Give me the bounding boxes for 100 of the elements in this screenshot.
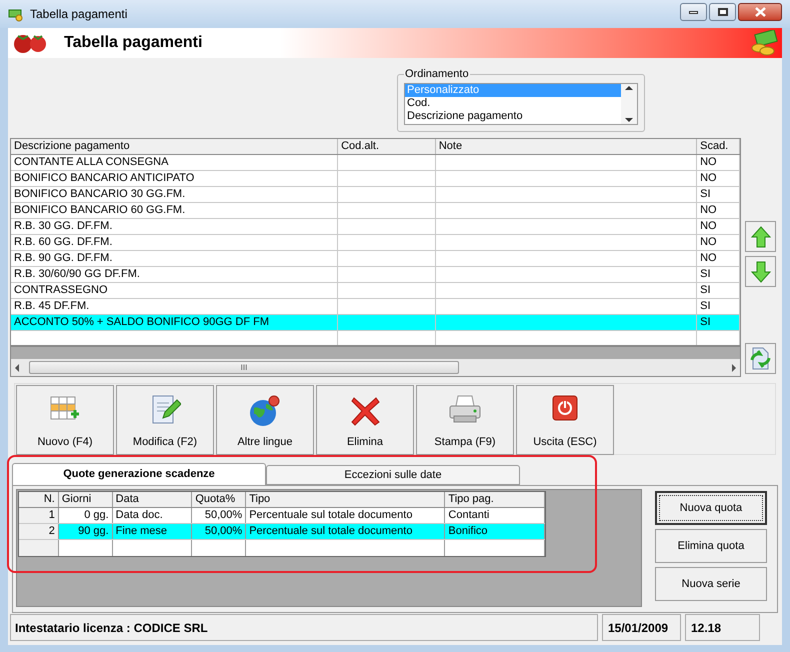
refresh-icon — [748, 346, 772, 372]
toolbar-button[interactable]: Modifica (F2) — [116, 385, 214, 455]
restore-icon — [718, 8, 728, 16]
refresh-button[interactable] — [745, 343, 776, 374]
arrow-up-icon — [750, 226, 770, 248]
toolbar-button[interactable]: Nuovo (F4) — [16, 385, 114, 455]
column-header[interactable]: Quota% — [192, 492, 246, 507]
horizontal-scrollbar[interactable]: III — [11, 359, 740, 376]
table-cell: SI — [700, 284, 711, 296]
column-header[interactable]: Giorni — [58, 492, 113, 507]
sort-option[interactable]: Descrizione pagamento — [405, 110, 621, 122]
scroll-up-icon — [625, 86, 633, 90]
scroll-left-icon — [15, 364, 19, 372]
list-scrollbar[interactable] — [621, 84, 637, 124]
table-cell: BONIFICO BANCARIO ANTICIPATO — [14, 172, 194, 184]
table-row[interactable]: ACCONTO 50% + SALDO BONIFICO 90GG DF FM SI — [11, 315, 740, 331]
table-cell: R.B. 45 DF.FM. — [14, 300, 90, 312]
close-button[interactable] — [738, 3, 782, 21]
table-cell: NO — [700, 172, 717, 184]
quota-row[interactable]: 1 0 gg. Data doc. 50,00% Percentuale sul totale documento Contanti — [19, 508, 545, 524]
action-button[interactable]: Nuova serie — [655, 567, 767, 601]
table-cell: 0 gg. — [84, 509, 109, 521]
table-cell: SI — [700, 316, 711, 328]
table-cell: Contanti — [448, 509, 490, 521]
table-cell: R.B. 30 GG. DF.FM. — [14, 220, 112, 232]
column-header[interactable]: Data — [112, 492, 192, 507]
table-cell: 50,00% — [204, 525, 242, 537]
quota-row[interactable]: 2 90 gg. Fine mese 50,00% Percentuale sul totale documento Bonifico — [19, 524, 545, 540]
table-row[interactable]: R.B. 90 GG. DF.FM. NO — [11, 251, 740, 267]
column-header[interactable]: Descrizione pagamento — [11, 139, 338, 154]
scroll-down-icon — [625, 118, 633, 122]
column-header[interactable]: Tipo — [246, 492, 446, 507]
table-cell: NO — [700, 220, 717, 232]
globe-icon — [248, 394, 282, 428]
row-number: 1 — [19, 508, 59, 523]
row-number: 2 — [19, 524, 59, 539]
banner-title: Tabella pagamenti — [64, 33, 202, 53]
table-row[interactable]: R.B. 30/60/90 GG DF.FM. SI — [11, 267, 740, 283]
table-cell: BONIFICO BANCARIO 30 GG.FM. — [14, 188, 186, 200]
sort-listbox[interactable]: Personalizzato Cod. Descrizione pagamento — [404, 82, 638, 124]
table-row[interactable]: BONIFICO BANCARIO 30 GG.FM. SI — [11, 187, 740, 203]
column-header[interactable]: Note — [436, 139, 698, 154]
move-up-button[interactable] — [745, 221, 776, 252]
sort-group-label: Ordinamento — [404, 67, 470, 82]
close-icon — [754, 7, 766, 17]
column-header[interactable]: Tipo pag. — [445, 492, 546, 507]
table-row[interactable]: R.B. 60 GG. DF.FM. NO — [11, 235, 740, 251]
empty-row[interactable] — [11, 331, 740, 347]
minimize-button[interactable] — [680, 3, 707, 21]
status-date: 15/01/2009 — [602, 614, 681, 641]
toolbar-button[interactable]: Uscita (ESC) — [516, 385, 614, 455]
table-cell: Fine mese — [116, 525, 168, 537]
scroll-thumb[interactable]: III — [29, 361, 459, 374]
table-cell: 50,00% — [204, 509, 242, 521]
table-cell: R.B. 30/60/90 GG DF.FM. — [14, 268, 140, 280]
toolbar-button[interactable]: Elimina — [316, 385, 414, 455]
status-license: Intestatario licenza : CODICE SRL — [10, 614, 598, 641]
sort-option[interactable]: Cod. — [405, 96, 621, 110]
minimize-icon — [689, 10, 698, 14]
row-header-cell — [19, 540, 59, 556]
table-cell: SI — [700, 300, 711, 312]
column-header[interactable]: Cod.alt. — [338, 139, 436, 154]
window-title: Tabella pagamenti — [30, 6, 128, 23]
table-cell: SI — [700, 188, 711, 200]
table-cell: NO — [700, 236, 717, 248]
table-cell: ACCONTO 50% + SALDO BONIFICO 90GG DF FM — [14, 316, 269, 328]
tab[interactable]: Eccezioni sulle date — [266, 465, 520, 485]
table-cell: Percentuale sul totale documento — [249, 525, 412, 537]
action-button[interactable]: Nuova quota — [655, 491, 767, 525]
scroll-grip: III — [240, 362, 248, 374]
table-cell: Percentuale sul totale documento — [249, 509, 412, 521]
toolbar-button[interactable]: Stampa (F9) — [416, 385, 514, 455]
action-button[interactable]: Elimina quota — [655, 529, 767, 563]
table-cell: NO — [700, 204, 717, 216]
scroll-right-icon — [732, 364, 736, 372]
table-cell: R.B. 90 GG. DF.FM. — [14, 252, 112, 264]
toolbar-button[interactable]: Altre lingue — [216, 385, 314, 455]
table-row[interactable]: BONIFICO BANCARIO 60 GG.FM. NO — [11, 203, 740, 219]
table-row[interactable]: CONTANTE ALLA CONSEGNA NO — [11, 155, 740, 171]
tab[interactable]: Quote generazione scadenze — [12, 463, 266, 485]
maximize-button[interactable] — [709, 3, 736, 21]
table-row[interactable]: R.B. 30 GG. DF.FM. NO — [11, 219, 740, 235]
status-time: 12.18 — [685, 614, 760, 641]
table-cell: CONTRASSEGNO — [14, 284, 108, 296]
arrow-down-icon — [750, 260, 770, 282]
table-row[interactable]: BONIFICO BANCARIO ANTICIPATO NO — [11, 171, 740, 187]
column-header[interactable]: N. — [19, 492, 59, 507]
table-cell: Data doc. — [116, 509, 163, 521]
move-down-button[interactable] — [745, 256, 776, 287]
column-header[interactable]: Scad. — [697, 139, 740, 154]
table-row[interactable]: R.B. 45 DF.FM. SI — [11, 299, 740, 315]
money-icon — [750, 30, 778, 56]
table-row[interactable]: CONTRASSEGNO SI — [11, 283, 740, 299]
table-cell: NO — [700, 252, 717, 264]
table-cell: R.B. 60 GG. DF.FM. — [14, 236, 112, 248]
power-icon — [551, 394, 579, 422]
table-cell: CONTANTE ALLA CONSEGNA — [14, 156, 168, 168]
table-cell: Bonifico — [448, 525, 488, 537]
table-cell: BONIFICO BANCARIO 60 GG.FM. — [14, 204, 186, 216]
table-cell: SI — [700, 268, 711, 280]
